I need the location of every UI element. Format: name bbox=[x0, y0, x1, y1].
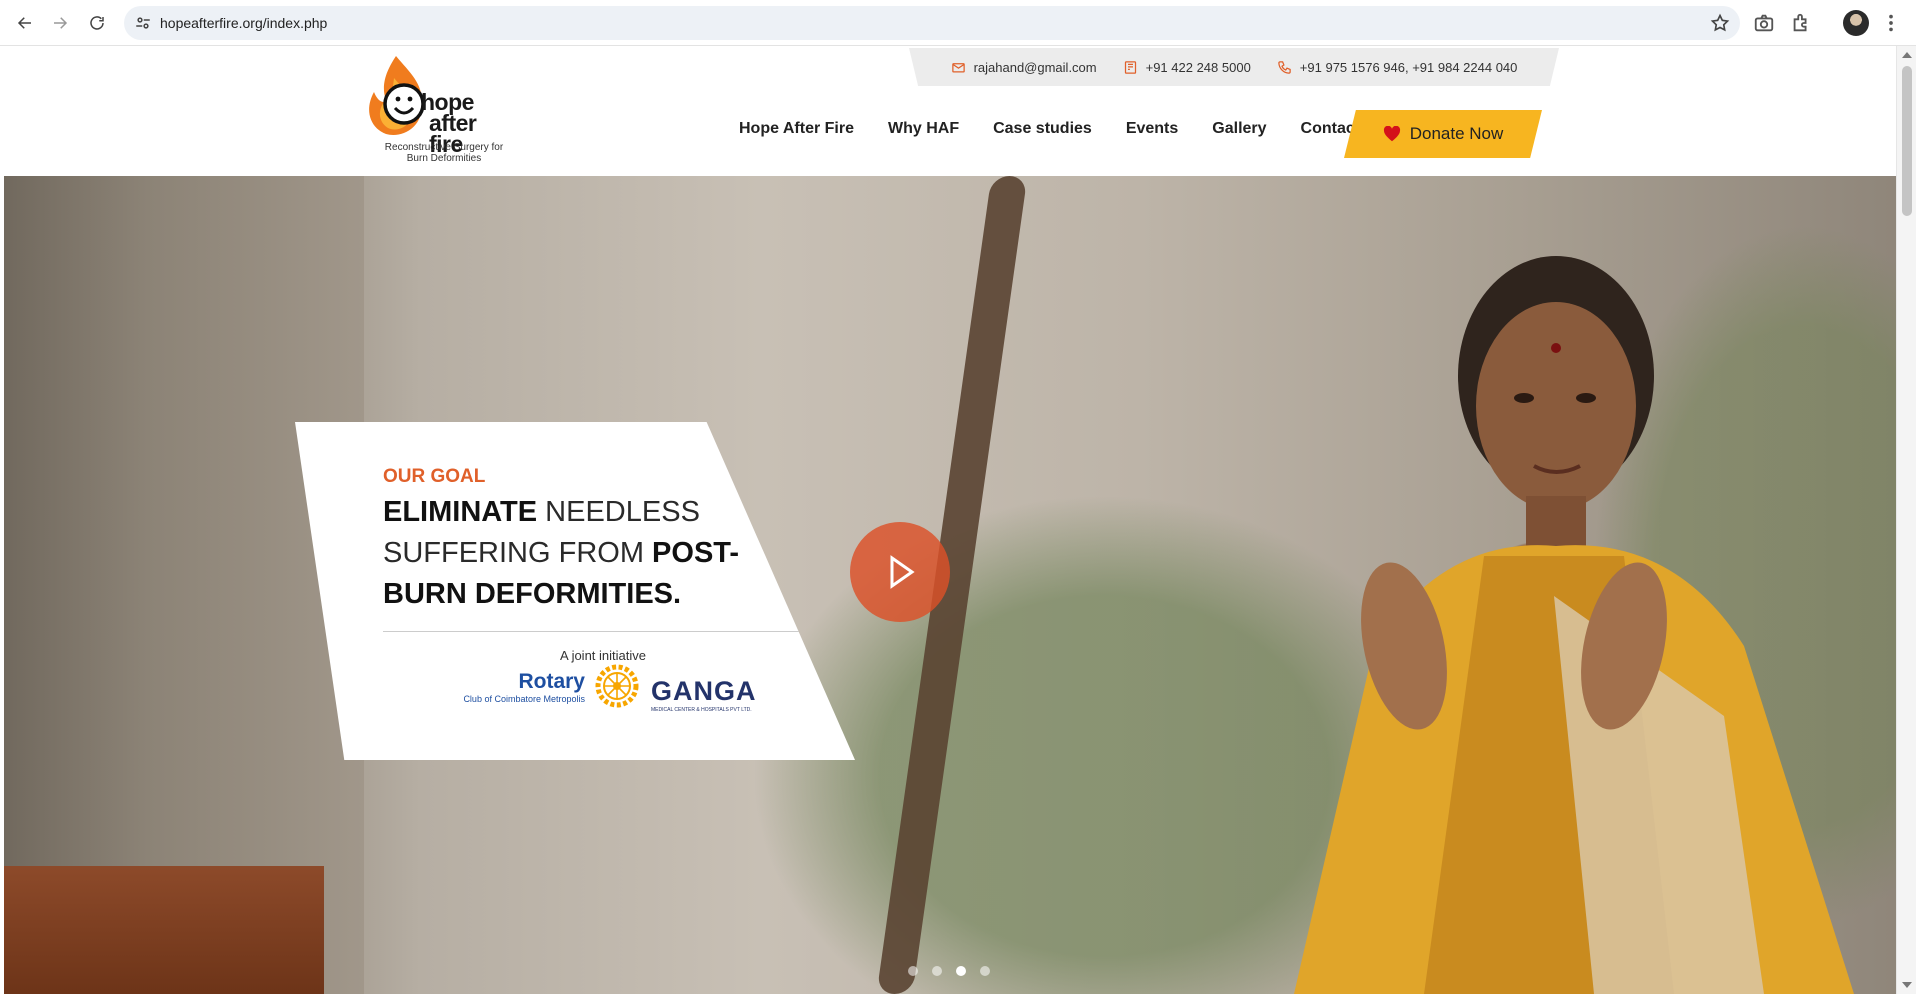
ganga-name: GANGA bbox=[651, 676, 757, 706]
scroll-up-icon[interactable] bbox=[1902, 52, 1912, 58]
phone-icon bbox=[1278, 60, 1291, 74]
site-logo[interactable]: hope after fire Reconstructive Surgery f… bbox=[366, 52, 516, 172]
contact-landline[interactable]: +91 422 248 5000 bbox=[1123, 60, 1251, 75]
play-icon bbox=[890, 555, 915, 589]
contact-email-text: rajahand@gmail.com bbox=[973, 59, 1097, 75]
address-bar[interactable]: hopeafterfire.org/index.php bbox=[124, 6, 1740, 40]
contact-landline-text: +91 422 248 5000 bbox=[1145, 59, 1251, 75]
browser-toolbar: hopeafterfire.org/index.php bbox=[0, 0, 1916, 46]
heart-icon bbox=[1383, 126, 1400, 142]
logo-tagline: Reconstructive Surgery for Burn Deformit… bbox=[384, 142, 504, 164]
nav-events[interactable]: Events bbox=[1109, 120, 1195, 138]
hero-background-rust bbox=[4, 866, 324, 994]
carousel-dot-1[interactable] bbox=[908, 966, 918, 976]
contact-bar: rajahand@gmail.com +91 422 248 5000 +91 … bbox=[909, 48, 1559, 86]
rotary-logo[interactable]: Rotary Club of Coimbatore Metropolis bbox=[455, 670, 585, 704]
carousel-dots bbox=[908, 966, 990, 976]
rotary-name: Rotary bbox=[518, 670, 585, 693]
camera-icon[interactable] bbox=[1753, 12, 1775, 34]
nav-why-haf[interactable]: Why HAF bbox=[871, 120, 976, 138]
main-navigation: Hope After Fire Why HAF Case studies Eve… bbox=[722, 120, 1377, 138]
goal-headline: ELIMINATE NEEDLESS SUFFERING FROM POST-B… bbox=[383, 492, 743, 615]
site-info-icon[interactable] bbox=[134, 14, 152, 32]
back-icon[interactable] bbox=[11, 9, 39, 37]
ganga-subtitle: MEDICAL CENTER & HOSPITALS PVT LTD. bbox=[651, 707, 752, 713]
site-header: rajahand@gmail.com +91 422 248 5000 +91 … bbox=[4, 46, 1896, 176]
rotary-wheel-icon bbox=[595, 664, 639, 708]
nav-case-studies[interactable]: Case studies bbox=[976, 120, 1109, 138]
rotary-subtitle: Club of Coimbatore Metropolis bbox=[463, 694, 585, 704]
hero-woman-photo bbox=[1294, 256, 1854, 994]
url-text[interactable]: hopeafterfire.org/index.php bbox=[160, 15, 327, 31]
page-viewport: rajahand@gmail.com +91 422 248 5000 +91 … bbox=[4, 46, 1896, 994]
extensions-icon[interactable] bbox=[1790, 12, 1812, 34]
donate-label: Donate Now bbox=[1409, 124, 1504, 143]
goal-card: OUR GOAL ELIMINATE NEEDLESS SUFFERING FR… bbox=[295, 422, 855, 760]
hero-slider: OUR GOAL ELIMINATE NEEDLESS SUFFERING FR… bbox=[4, 176, 1896, 994]
contact-mobile-text: +91 975 1576 946, +91 984 2244 040 bbox=[1299, 59, 1518, 75]
goal-divider bbox=[383, 631, 823, 632]
contact-mobile[interactable]: +91 975 1576 946, +91 984 2244 040 bbox=[1277, 59, 1518, 75]
scrollbar-thumb[interactable] bbox=[1902, 66, 1912, 216]
scroll-down-icon[interactable] bbox=[1902, 982, 1912, 988]
reload-icon[interactable] bbox=[83, 9, 111, 37]
carousel-dot-4[interactable] bbox=[980, 966, 990, 976]
envelope-icon bbox=[951, 62, 965, 72]
fax-phone-icon bbox=[1124, 60, 1136, 74]
donate-button[interactable]: Donate Now bbox=[1344, 110, 1542, 158]
profile-avatar[interactable] bbox=[1843, 10, 1869, 36]
play-video-button[interactable] bbox=[850, 522, 950, 622]
bookmark-star-icon[interactable] bbox=[1710, 13, 1730, 33]
nav-gallery[interactable]: Gallery bbox=[1195, 120, 1283, 138]
goal-kicker: OUR GOAL bbox=[383, 466, 486, 487]
nav-hope-after-fire[interactable]: Hope After Fire bbox=[722, 120, 871, 138]
forward-icon[interactable] bbox=[46, 9, 74, 37]
ganga-logo[interactable]: GANGA MEDICAL CENTER & HOSPITALS PVT LTD… bbox=[651, 676, 757, 713]
contact-email[interactable]: rajahand@gmail.com bbox=[951, 60, 1097, 75]
menu-kebab-icon[interactable] bbox=[1880, 12, 1902, 34]
carousel-dot-2[interactable] bbox=[932, 966, 942, 976]
page-scrollbar[interactable] bbox=[1896, 46, 1916, 994]
goal-headline-strong-1: ELIMINATE bbox=[383, 496, 538, 528]
joint-initiative-label: A joint initiative bbox=[560, 648, 646, 663]
carousel-dot-3[interactable] bbox=[956, 966, 966, 976]
